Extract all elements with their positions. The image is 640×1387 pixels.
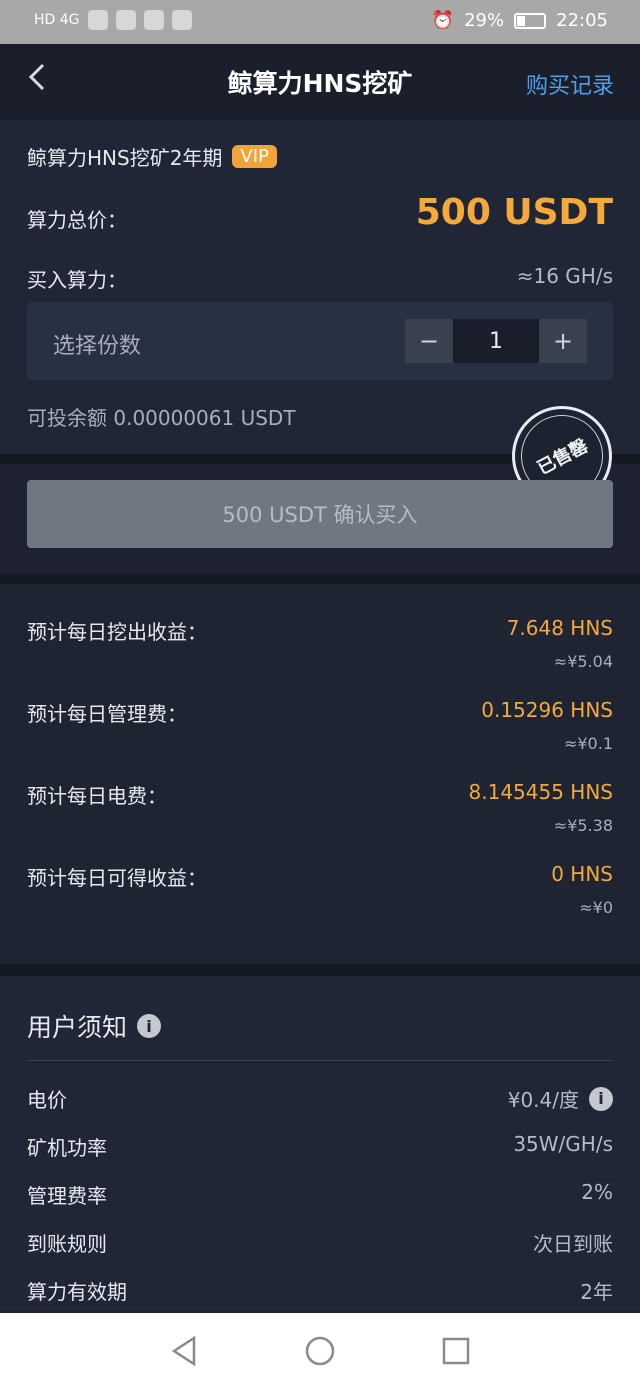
- network-indicator: HD 4G: [34, 12, 80, 28]
- app-notification-icon: [87, 10, 108, 30]
- quantity-selector: 选择份数 − 1 +: [27, 302, 613, 380]
- notice-label: 电价: [27, 1088, 67, 1112]
- increase-button[interactable]: +: [539, 319, 587, 363]
- notice-title-row: 用户须知 i: [27, 1008, 162, 1044]
- income-value: 0.15296 HNS: [481, 698, 613, 722]
- battery-icon: [514, 12, 547, 29]
- plan-row: 鲸算力HNS挖矿2年期 VIP: [27, 142, 613, 171]
- plan-name: 鲸算力HNS挖矿2年期: [27, 146, 223, 170]
- info-icon[interactable]: i: [137, 1014, 162, 1038]
- purchase-panel: 鲸算力HNS挖矿2年期 VIP 算力总价： 500 USDT 买入算力： ≈16…: [0, 120, 640, 454]
- battery-percent: 29%: [464, 10, 505, 31]
- alarm-icon: ⏰: [431, 10, 455, 31]
- income-cny: ≈¥5.04: [553, 652, 613, 671]
- purchase-records-link[interactable]: 购买记录: [526, 68, 614, 100]
- triangle-back-icon: [171, 1336, 196, 1366]
- app-notification-icon: [115, 10, 136, 30]
- notice-label: 到账规则: [27, 1232, 107, 1256]
- clock: 22:05: [556, 10, 608, 31]
- income-cny: ≈¥0: [579, 898, 613, 917]
- section-divider: [0, 964, 640, 976]
- income-value: 8.145455 HNS: [468, 780, 613, 804]
- income-cny: ≈¥0.1: [563, 734, 613, 753]
- notice-value-row: ¥0.4/度 i: [508, 1084, 613, 1113]
- quantity-value[interactable]: 1: [453, 319, 539, 363]
- notice-title: 用户须知: [27, 1013, 128, 1042]
- notice-value: ¥0.4/度: [507, 1088, 579, 1112]
- status-bar: HD 4G ⏰ 29% 22:05: [0, 0, 640, 44]
- income-label: 预计每日电费：: [27, 784, 167, 808]
- total-price-value: 500 USDT: [415, 192, 613, 233]
- nav-back-button[interactable]: [164, 1331, 204, 1371]
- income-label: 预计每日可得收益：: [27, 866, 207, 890]
- system-navigation-bar: [0, 1313, 640, 1387]
- sold-out-text: 已售罄: [533, 435, 592, 480]
- status-icons-right: ⏰ 29% 22:05: [432, 10, 608, 31]
- vip-badge: VIP: [232, 145, 277, 168]
- user-notice: 用户须知 i 电价 ¥0.4/度 i 矿机功率 35W/GH/s 管理费率 2%…: [0, 976, 640, 1311]
- square-recents-icon: [442, 1337, 470, 1365]
- status-icons-left: HD 4G: [34, 10, 192, 30]
- income-estimates: 预计每日挖出收益： 7.648 HNS ≈¥5.04 预计每日管理费： 0.15…: [0, 584, 640, 964]
- income-label: 预计每日挖出收益：: [27, 620, 207, 644]
- header: 鲸算力HNS挖矿 购买记录: [0, 44, 640, 120]
- income-value: 7.648 HNS: [506, 616, 613, 640]
- notice-value: 35W/GH/s: [513, 1132, 613, 1156]
- section-divider: [0, 574, 640, 584]
- notice-label: 管理费率: [27, 1184, 107, 1208]
- nav-home-button[interactable]: [300, 1331, 340, 1371]
- nav-recents-button[interactable]: [436, 1331, 476, 1371]
- income-cny: ≈¥5.38: [553, 816, 613, 835]
- income-value: 0 HNS: [551, 862, 613, 886]
- app-notification-icon: [171, 10, 192, 30]
- app-notification-icon: [143, 10, 164, 30]
- notice-divider: [27, 1060, 613, 1061]
- notice-label: 算力有效期: [27, 1280, 127, 1304]
- notice-label: 矿机功率: [27, 1136, 107, 1160]
- decrease-button[interactable]: −: [405, 319, 453, 363]
- circle-home-icon: [305, 1336, 335, 1366]
- notice-value: 2年: [580, 1280, 613, 1304]
- confirm-buy-button[interactable]: 500 USDT 确认买入: [27, 480, 613, 548]
- quantity-stepper: − 1 +: [405, 319, 587, 363]
- notice-value: 次日到账: [533, 1232, 613, 1256]
- notice-value: 2%: [581, 1180, 613, 1204]
- buy-hash-value: ≈16 GH/s: [516, 264, 613, 288]
- info-icon[interactable]: i: [589, 1086, 613, 1111]
- income-label: 预计每日管理费：: [27, 702, 187, 726]
- quantity-label: 选择份数: [53, 334, 142, 359]
